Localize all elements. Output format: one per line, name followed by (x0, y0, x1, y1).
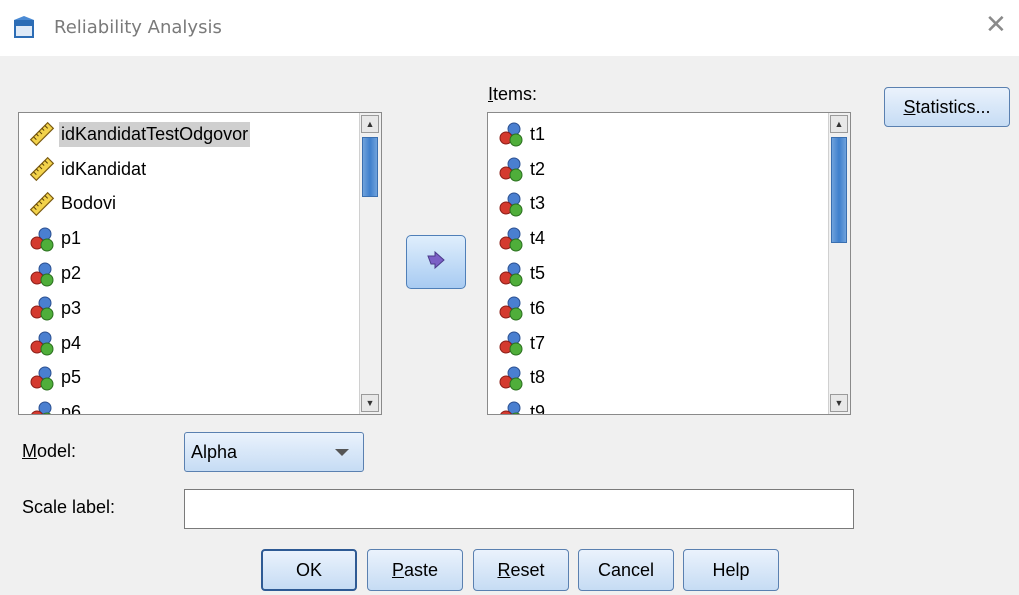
nominal-balls-icon (29, 400, 55, 414)
list-item[interactable]: Bodovi (19, 187, 360, 222)
nominal-balls-icon (29, 365, 55, 391)
paste-button[interactable]: Paste (367, 549, 463, 591)
scale-label-input[interactable] (184, 489, 854, 529)
reset-button[interactable]: Reset (473, 549, 569, 591)
nominal-balls-icon (498, 295, 524, 321)
scroll-thumb[interactable] (362, 137, 378, 197)
scroll-up-arrow-icon[interactable]: ▲ (361, 115, 379, 133)
list-item[interactable]: t4 (488, 221, 829, 256)
list-item-label: p5 (61, 367, 82, 388)
nominal-balls-icon (498, 400, 524, 414)
list-item-label: t4 (530, 228, 546, 249)
nominal-balls-icon (498, 261, 524, 287)
list-item-label: p6 (61, 402, 82, 414)
scroll-down-arrow-icon[interactable]: ▼ (830, 394, 848, 412)
nominal-balls-icon (498, 226, 524, 252)
app-icon (14, 16, 34, 38)
list-item-label: t5 (530, 263, 546, 284)
list-item[interactable]: t2 (488, 152, 829, 187)
source-variable-list[interactable]: idKandidatTestOdgovor idKandidat Bodovi … (18, 112, 382, 415)
close-icon[interactable]: ✕ (985, 12, 1007, 38)
nominal-balls-icon (498, 191, 524, 217)
list-item[interactable]: t5 (488, 256, 829, 291)
scale-label-label: Scale label: (22, 497, 116, 517)
list-item-label: t7 (530, 332, 546, 353)
model-dropdown[interactable]: Alpha (184, 432, 364, 472)
nominal-balls-icon (29, 295, 55, 321)
list-item-label: t1 (530, 123, 546, 144)
list-item[interactable]: p4 (19, 326, 360, 361)
help-button[interactable]: Help (683, 549, 779, 591)
scroll-thumb[interactable] (831, 137, 847, 243)
cancel-button[interactable]: Cancel (578, 549, 674, 591)
title-bar: Reliability Analysis ✕ (0, 0, 1019, 56)
list-item[interactable]: t1 (488, 117, 829, 152)
nominal-balls-icon (29, 226, 55, 252)
list-item[interactable]: t3 (488, 187, 829, 222)
model-label: Model: (22, 441, 77, 461)
list-item-label: t2 (530, 158, 546, 179)
items-list[interactable]: t1 t2 t3 t4 t5 t6 t7 t8 t9 ▲ ▼ (487, 112, 851, 415)
scale-ruler-icon (29, 156, 55, 182)
scroll-down-arrow-icon[interactable]: ▼ (361, 394, 379, 412)
list-item-label: idKandidatTestOdgovor (59, 121, 251, 147)
model-dropdown-value: Alpha (191, 441, 238, 462)
list-item-label: t3 (530, 193, 546, 214)
nominal-balls-icon (29, 261, 55, 287)
window-title: Reliability Analysis (54, 17, 222, 38)
list-item[interactable]: p2 (19, 256, 360, 291)
list-item-label: t6 (530, 297, 546, 318)
nominal-balls-icon (498, 156, 524, 182)
list-item-label: t8 (530, 367, 546, 388)
list-item[interactable]: idKandidat (19, 152, 360, 187)
list-item[interactable]: t6 (488, 291, 829, 326)
statistics-button[interactable]: Statistics... (884, 87, 1010, 127)
move-to-items-button[interactable] (406, 235, 466, 289)
ok-button[interactable]: OK (261, 549, 357, 591)
nominal-balls-icon (29, 330, 55, 356)
list-item[interactable]: p3 (19, 291, 360, 326)
nominal-balls-icon (498, 330, 524, 356)
list-item[interactable]: p1 (19, 221, 360, 256)
list-item-label: Bodovi (61, 193, 117, 214)
scale-ruler-icon (29, 191, 55, 217)
list-item[interactable]: p5 (19, 361, 360, 396)
list-item-label: p1 (61, 228, 82, 249)
nominal-balls-icon (498, 121, 524, 147)
items-label: Items: (488, 84, 538, 104)
list-item-label: t9 (530, 402, 546, 414)
list-item[interactable]: t7 (488, 326, 829, 361)
arrow-right-icon (427, 251, 445, 270)
list-item[interactable]: t8 (488, 361, 829, 396)
list-item[interactable]: t9 (488, 395, 829, 414)
source-list-scrollbar[interactable]: ▲ ▼ (359, 113, 381, 414)
list-item-label: idKandidat (61, 158, 147, 179)
list-item-label: p2 (61, 263, 82, 284)
chevron-down-icon (335, 449, 349, 456)
list-item[interactable]: idKandidatTestOdgovor (19, 117, 360, 152)
scale-ruler-icon (29, 121, 55, 147)
list-item-label: p3 (61, 297, 82, 318)
nominal-balls-icon (498, 365, 524, 391)
items-list-scrollbar[interactable]: ▲ ▼ (828, 113, 850, 414)
list-item-label: p4 (61, 332, 82, 353)
list-item[interactable]: p6 (19, 395, 360, 414)
scroll-up-arrow-icon[interactable]: ▲ (830, 115, 848, 133)
